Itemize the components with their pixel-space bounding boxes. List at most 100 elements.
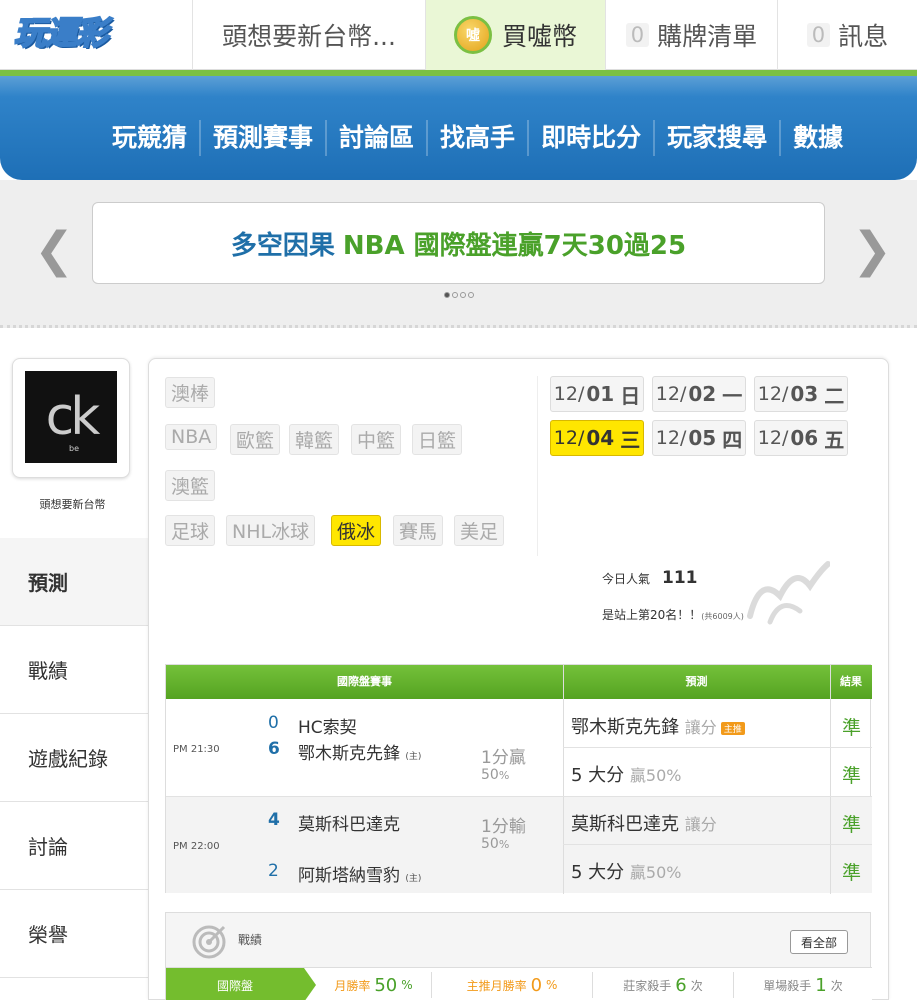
sidebar-item-predictions[interactable]: 預測 bbox=[0, 538, 148, 626]
date-1201[interactable]: 12/01 日 bbox=[550, 376, 644, 412]
category-aus-baseball[interactable]: 澳棒 bbox=[165, 377, 216, 408]
category-russian-hockey[interactable]: 俄冰 bbox=[331, 515, 382, 546]
category-japan-basketball[interactable]: 日籃 bbox=[412, 424, 463, 455]
team2-name[interactable]: 阿斯塔納雪豹 (主) bbox=[298, 861, 421, 886]
avatar-frame[interactable]: ck be bbox=[12, 358, 130, 478]
record-category-label[interactable]: 國際盤 bbox=[166, 968, 316, 1000]
pct-value: 50 bbox=[481, 836, 499, 852]
date-day: 01 bbox=[586, 382, 615, 406]
result-mark: 準 bbox=[842, 717, 862, 739]
date-month: 12/ bbox=[553, 383, 585, 405]
tab-user-account[interactable]: 頭想要新台幣... bbox=[192, 0, 425, 70]
carousel-dot[interactable] bbox=[460, 292, 466, 298]
sidebar-item-game-log[interactable]: 遊戲紀錄 bbox=[0, 714, 148, 802]
game-time: PM 22:00 bbox=[173, 841, 220, 852]
pick-text: 鄂木斯克先鋒 bbox=[571, 717, 679, 738]
date-month: 12/ bbox=[655, 383, 687, 405]
date-month: 12/ bbox=[655, 427, 687, 449]
nav-item-predict[interactable]: 預測賽事 bbox=[199, 120, 325, 156]
site-logo-text: 玩運彩 bbox=[13, 13, 109, 53]
predictions-table: 國際盤賽事 預測 結果 PM 21:30 0 HC索契 6 鄂木斯克先鋒 (主)… bbox=[165, 664, 872, 894]
nav-item-live-scores[interactable]: 即時比分 bbox=[527, 120, 653, 156]
pct-unit: % bbox=[498, 838, 510, 851]
prediction-pick: 鄂木斯克先鋒 讓分 主推 bbox=[571, 713, 745, 739]
date-1205[interactable]: 12/05 四 bbox=[652, 420, 746, 456]
date-weekday: 日 bbox=[620, 383, 641, 408]
stat-single-killer: 單場殺手 1 次 bbox=[734, 968, 872, 1000]
game-line: 1分贏 bbox=[481, 748, 526, 768]
team2-name-text: 鄂木斯克先鋒 bbox=[298, 744, 400, 764]
popularity-rank: 是站上第20名！！(共6009人) bbox=[602, 606, 744, 623]
banner-headline[interactable]: 多空因果 NBA 國際盤連贏7天30過25 bbox=[92, 202, 825, 284]
category-nba[interactable]: NBA bbox=[165, 424, 218, 450]
carousel-dot[interactable] bbox=[444, 292, 450, 298]
category-korea-basketball[interactable]: 韓籃 bbox=[289, 424, 340, 455]
banner-highlight: NBA 國際盤連贏7天30過25 bbox=[342, 230, 687, 261]
divider bbox=[166, 796, 872, 797]
tab-cart-label: 購牌清單 bbox=[657, 22, 758, 51]
record-title: 戰績 bbox=[238, 933, 263, 947]
result-mark: 準 bbox=[842, 814, 862, 836]
team2-name[interactable]: 鄂木斯克先鋒 (主) bbox=[298, 739, 421, 764]
carousel-dots bbox=[444, 292, 474, 298]
sidebar-item-honors[interactable]: 榮譽 bbox=[0, 890, 148, 978]
chevron-right-icon[interactable]: ❯ bbox=[852, 222, 892, 278]
carousel-dot[interactable] bbox=[468, 292, 474, 298]
date-1202[interactable]: 12/02 一 bbox=[652, 376, 746, 412]
nav-item-player-search[interactable]: 玩家搜尋 bbox=[653, 120, 779, 156]
category-china-basketball[interactable]: 中籃 bbox=[351, 424, 402, 455]
date-1206[interactable]: 12/06 五 bbox=[754, 420, 848, 456]
category-horse-racing[interactable]: 賽馬 bbox=[393, 515, 444, 546]
team1-score: 0 bbox=[268, 713, 279, 733]
date-1204[interactable]: 12/04 三 bbox=[550, 420, 644, 456]
sidebar-item-record[interactable]: 戰績 bbox=[0, 626, 148, 714]
popularity-today: 今日人氣 111 bbox=[602, 568, 698, 588]
category-euro-basketball[interactable]: 歐籃 bbox=[230, 424, 281, 455]
stat-monthly-win-rate: 月勝率 50% bbox=[316, 968, 431, 1000]
cart-count-badge: 0 bbox=[625, 23, 650, 47]
date-day: 02 bbox=[688, 382, 717, 406]
date-day: 06 bbox=[790, 426, 819, 450]
site-logo[interactable]: 玩運彩 bbox=[13, 8, 144, 54]
team2-score: 6 bbox=[268, 739, 280, 759]
date-1203[interactable]: 12/03 二 bbox=[754, 376, 848, 412]
home-marker: (主) bbox=[405, 874, 422, 884]
popularity-value: 111 bbox=[662, 568, 698, 588]
date-month: 12/ bbox=[757, 383, 789, 405]
home-marker: (主) bbox=[405, 752, 422, 762]
date-day: 03 bbox=[790, 382, 819, 406]
pick-text: 莫斯科巴達克 bbox=[571, 814, 679, 835]
view-all-button[interactable]: 看全部 bbox=[790, 930, 848, 954]
tab-cart[interactable]: 0 購牌清單 bbox=[605, 0, 777, 70]
category-soccer[interactable]: 足球 bbox=[165, 515, 216, 546]
nav-item-data[interactable]: 數據 bbox=[779, 120, 855, 156]
date-month: 12/ bbox=[553, 427, 585, 449]
team1-name[interactable]: 莫斯科巴達克 bbox=[298, 810, 400, 835]
team1-score: 4 bbox=[268, 810, 280, 830]
nav-item-guess[interactable]: 玩競猜 bbox=[100, 120, 199, 156]
tab-messages[interactable]: 0 訊息 bbox=[777, 0, 917, 70]
game-time: PM 21:30 bbox=[173, 744, 220, 755]
divider bbox=[537, 376, 538, 556]
stat-value: 0 bbox=[530, 974, 543, 996]
tab-buy-coins[interactable]: 噓 買噓幣 bbox=[425, 0, 605, 70]
nav-item-forum[interactable]: 討論區 bbox=[325, 120, 426, 156]
table-header: 國際盤賽事 預測 結果 bbox=[166, 665, 872, 699]
team2-name-text: 阿斯塔納雪豹 bbox=[298, 866, 400, 886]
record-summary: 國際盤 月勝率 50% 主推月勝率 0% 莊家殺手 6 次 單場殺手 1 次 bbox=[166, 967, 872, 1000]
category-aus-basketball[interactable]: 澳籃 bbox=[165, 470, 216, 501]
date-weekday: 五 bbox=[824, 427, 845, 452]
team1-name[interactable]: HC索契 bbox=[298, 713, 357, 738]
category-nhl[interactable]: NHL冰球 bbox=[226, 515, 316, 546]
carousel-dot[interactable] bbox=[452, 292, 458, 298]
target-icon bbox=[192, 925, 226, 959]
avatar-text: ck bbox=[45, 387, 101, 447]
chevron-left-icon[interactable]: ❮ bbox=[34, 222, 74, 278]
category-american-football[interactable]: 美足 bbox=[454, 515, 505, 546]
stat-label: 月勝率 bbox=[334, 978, 371, 993]
prediction-pick: 5 大分 贏50% bbox=[571, 858, 682, 884]
coin-icon: 噓 bbox=[453, 16, 492, 54]
date-month: 12/ bbox=[757, 427, 789, 449]
nav-item-experts[interactable]: 找高手 bbox=[426, 120, 527, 156]
sidebar-item-discussion[interactable]: 討論 bbox=[0, 802, 148, 890]
